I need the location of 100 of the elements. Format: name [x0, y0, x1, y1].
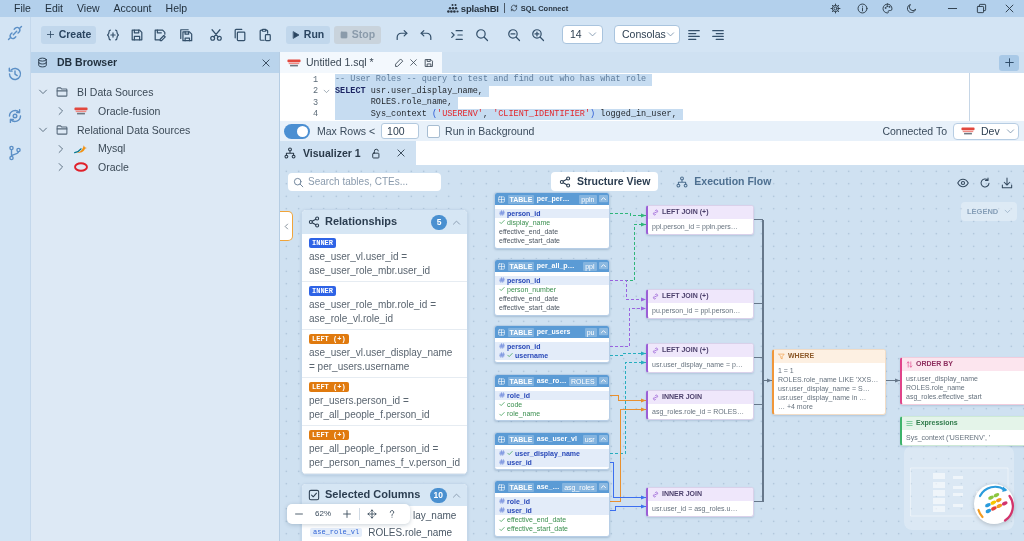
hash-icon — [499, 210, 505, 217]
move-icon[interactable] — [367, 509, 377, 519]
paste-icon[interactable] — [258, 27, 272, 42]
line-number: 3 — [311, 97, 318, 109]
plus-icon[interactable] — [342, 509, 352, 519]
sync-icon[interactable] — [7, 108, 23, 124]
share-icon — [559, 175, 571, 188]
view-tab[interactable]: Structure View — [551, 172, 659, 191]
refresh-icon[interactable] — [979, 177, 991, 189]
download-icon[interactable] — [1001, 177, 1013, 189]
pencil-icon[interactable] — [394, 57, 404, 68]
link-icon[interactable] — [7, 25, 23, 41]
moon-icon[interactable] — [906, 3, 917, 14]
plus-icon — [45, 30, 55, 39]
link-icon — [652, 209, 659, 216]
plus-icon — [1003, 57, 1015, 68]
menu-item[interactable]: View — [70, 2, 107, 15]
table-icon — [498, 262, 505, 270]
chevron-down-icon — [665, 30, 675, 39]
connector-line — [885, 378, 901, 383]
tree-item[interactable]: Oracle — [31, 158, 279, 177]
hierarchy-icon — [676, 175, 689, 188]
branch-icon[interactable] — [7, 145, 23, 161]
align-left-icon[interactable] — [687, 27, 701, 42]
settings-icon[interactable] — [830, 3, 841, 14]
check-icon — [507, 450, 513, 457]
create-button[interactable]: Create — [41, 25, 96, 44]
join-condition: per_users.person_id = per_all_people_f.person_id — [309, 394, 431, 422]
table-icon — [498, 483, 505, 491]
close-icon[interactable] — [261, 57, 271, 68]
scissors-icon[interactable] — [209, 27, 223, 42]
chevron-down-icon — [1004, 208, 1011, 215]
save-all-icon[interactable] — [179, 27, 193, 42]
panel-title: Relationships — [325, 215, 399, 229]
align-right-icon[interactable] — [711, 27, 725, 42]
max-rows-field[interactable]: 100 — [381, 123, 420, 139]
hash-icon — [499, 498, 505, 505]
restore-icon[interactable] — [976, 3, 987, 14]
hash-icon — [499, 450, 505, 457]
search-field[interactable]: Search tables, CTEs... — [288, 173, 441, 191]
tree-item[interactable]: Mysql — [31, 139, 279, 158]
hash-icon — [499, 459, 505, 466]
checkbox-label: Run in Background — [445, 124, 535, 138]
info-icon[interactable] — [857, 3, 868, 14]
link-icon — [652, 293, 659, 300]
braces-plus-icon[interactable] — [106, 27, 120, 42]
tree-item[interactable]: Oracle-fusion — [31, 101, 279, 121]
indent-icon[interactable] — [450, 27, 464, 42]
menu-item[interactable]: Account — [106, 2, 159, 15]
search-icon[interactable] — [475, 27, 489, 42]
table-icon — [498, 377, 505, 385]
line-number: 2 — [311, 86, 318, 97]
line-number: 4 — [311, 109, 318, 120]
tree-item[interactable]: Relational Data Sources — [31, 120, 279, 140]
view-tab[interactable]: Execution Flow — [668, 172, 780, 191]
connection-select[interactable]: Dev — [953, 122, 1019, 140]
join-condition: per_all_people_f.person_id = per_person_names_f_v.person_id — [309, 442, 460, 470]
tree-item[interactable]: BI Data Sources — [31, 83, 279, 102]
visualizer-tab[interactable]: Visualizer 1 — [280, 141, 416, 165]
table-icon — [498, 435, 505, 443]
toggle-switch[interactable] — [284, 123, 310, 139]
menu-item[interactable]: File — [7, 2, 38, 15]
column-name: ROLES.role_name — [368, 526, 453, 539]
palette-icon[interactable] — [882, 3, 893, 14]
eye-icon[interactable] — [957, 177, 969, 189]
menu-item[interactable]: Help — [158, 2, 195, 15]
close-icon[interactable] — [1004, 3, 1015, 14]
font-size-select[interactable]: 14 — [562, 25, 603, 44]
padlock-icon[interactable] — [371, 147, 382, 159]
save-edit-icon[interactable] — [153, 27, 167, 42]
run-background-checkbox[interactable] — [427, 124, 441, 138]
history-icon[interactable] — [7, 66, 23, 82]
stripe-logo-icon — [961, 127, 975, 135]
hash-icon — [499, 507, 505, 514]
count-badge: 5 — [431, 214, 447, 230]
new-tab-button[interactable] — [999, 54, 1019, 71]
undo-icon[interactable] — [419, 27, 433, 42]
run-button[interactable]: Run — [286, 25, 330, 44]
table-icon — [498, 328, 505, 336]
max-rows-label: Max Rows < — [317, 124, 376, 138]
play-icon — [291, 30, 300, 39]
circle-arrows-icon — [509, 4, 518, 13]
line-number: 1 — [311, 74, 318, 85]
file-tab[interactable]: Untitled 1.sql * — [280, 52, 442, 73]
close-icon[interactable] — [409, 58, 418, 67]
stop-icon — [339, 30, 348, 39]
copy-icon[interactable] — [233, 27, 247, 42]
stripe-logo-icon — [287, 58, 301, 67]
zoom-out-icon[interactable] — [507, 27, 521, 42]
stripe-logo-icon — [74, 107, 88, 116]
save-icon[interactable] — [424, 57, 434, 68]
help-icon[interactable] — [387, 509, 397, 519]
join-condition: ase_user_vl.user_id = ase_user_role_mbr.user_id — [309, 250, 432, 278]
close-icon[interactable] — [396, 148, 406, 158]
save-icon[interactable] — [130, 27, 144, 42]
menu-item[interactable]: Edit — [37, 2, 70, 15]
sort-icon — [906, 361, 913, 368]
redo-icon[interactable] — [395, 27, 409, 42]
zoom-in-icon[interactable] — [531, 27, 545, 42]
font-select[interactable]: Consolas — [614, 25, 680, 44]
